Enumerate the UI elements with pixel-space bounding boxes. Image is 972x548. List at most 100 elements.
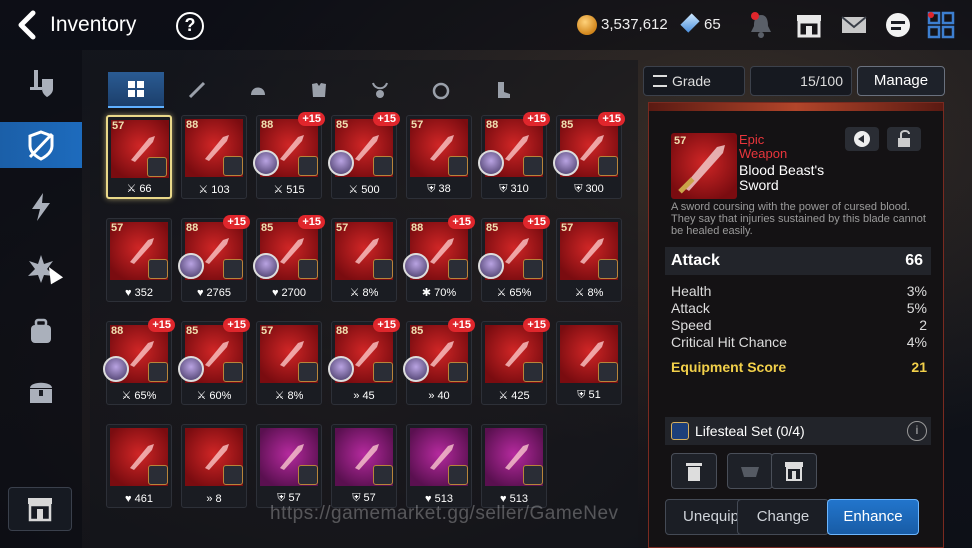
info-icon[interactable]: i: [907, 421, 927, 441]
inventory-item-slot[interactable]: 57 ⛨ 38: [406, 115, 472, 199]
grade-sort-button[interactable]: Grade: [643, 66, 745, 96]
inventory-item-slot[interactable]: 57 ⚔ 8%: [331, 218, 397, 302]
item-detail-panel: 57 Epic Weapon Blood Beast's Sword A swo…: [648, 102, 944, 548]
equipped-hero-avatar: [403, 356, 429, 382]
sidebar-catalysts[interactable]: [0, 246, 82, 292]
item-level: 57: [112, 120, 125, 132]
inventory-item-slot[interactable]: ♥ 461: [106, 424, 172, 508]
inventory-item-slot[interactable]: 88 +15 ♥ 2765: [178, 215, 250, 302]
shop-icon[interactable]: [794, 10, 824, 40]
detail-name-line2: Sword: [739, 177, 779, 193]
inventory-item-slot[interactable]: 57 ⚔ 66: [106, 115, 172, 199]
set-icon: [148, 362, 168, 382]
inventory-item-slot[interactable]: ♥ 513: [481, 424, 547, 508]
tab-all[interactable]: [108, 72, 164, 108]
sword-icon: [188, 81, 206, 99]
inventory-item-slot[interactable]: » 8: [181, 424, 247, 508]
inventory-item-slot[interactable]: 85 +15 » 40: [403, 318, 475, 405]
detail-header-ornament: [649, 103, 943, 111]
change-button[interactable]: Change: [737, 499, 829, 535]
menu-grid-icon[interactable]: [926, 10, 956, 40]
grid-icon: [128, 81, 144, 97]
inventory-item-slot[interactable]: 88 +15 ⚔ 65%: [103, 318, 175, 405]
equipped-hero-avatar: [253, 150, 279, 176]
manage-button[interactable]: Manage: [857, 66, 945, 96]
speed-icon: »: [428, 390, 435, 402]
sidebar-artifacts[interactable]: [0, 184, 82, 230]
set-icon: [223, 156, 243, 176]
inventory-item-slot[interactable]: ⛨ 51: [556, 321, 622, 405]
skystone-icon: [680, 13, 700, 33]
inventory-item-slot[interactable]: 88 +15 » 45: [328, 318, 400, 405]
extract-button[interactable]: [727, 453, 773, 489]
inventory-item-slot[interactable]: 85 +15 ⚔ 65%: [478, 215, 550, 302]
share-button[interactable]: [845, 127, 879, 151]
tab-ring[interactable]: [413, 72, 469, 108]
mail-icon[interactable]: [839, 10, 869, 40]
set-icon: [148, 259, 168, 279]
category-sidebar: [0, 50, 82, 548]
sell-button[interactable]: [671, 453, 717, 489]
sort-icon: [653, 75, 667, 87]
item-level: 57: [561, 222, 574, 234]
item-main-stat: ⚔ 65%: [482, 286, 546, 299]
item-level: 88: [411, 222, 424, 234]
inventory-item-slot[interactable]: 85 +15 ⚔ 500: [328, 112, 400, 199]
item-level: 85: [561, 119, 574, 131]
inventory-item-slot[interactable]: ♥ 513: [406, 424, 472, 508]
lock-button[interactable]: [887, 127, 921, 151]
inventory-item-slot[interactable]: 85 +15 ⚔ 60%: [178, 318, 250, 405]
enhance-level-badge: +15: [223, 318, 250, 332]
item-level: 85: [186, 325, 199, 337]
inventory-item-slot[interactable]: 88 ⚔ 103: [181, 115, 247, 199]
detail-item-name: Blood Beast's Sword: [739, 163, 824, 193]
inventory-item-slot[interactable]: 57 ♥ 352: [106, 218, 172, 302]
helmet-icon: [251, 87, 265, 95]
set-icon: [523, 156, 543, 176]
attack-icon: ⚔: [349, 287, 360, 299]
set-icon: [598, 259, 618, 279]
inventory-item-slot[interactable]: 85 +15 ♥ 2700: [253, 215, 325, 302]
sidebar-storage[interactable]: [0, 368, 82, 414]
enhance-button[interactable]: Enhance: [827, 499, 919, 535]
item-stat-value: 8%: [287, 390, 304, 402]
inventory-item-slot[interactable]: +15 ⚔ 425: [481, 318, 550, 405]
chat-icon[interactable]: [883, 10, 913, 40]
tab-weapon[interactable]: [169, 72, 225, 108]
gold-amount: 3,537,612: [601, 16, 668, 33]
inventory-item-slot[interactable]: 57 ⚔ 8%: [256, 321, 322, 405]
item-main-stat: ⚔ 103: [182, 183, 246, 196]
store-item-button[interactable]: [771, 453, 817, 489]
item-stat-value: 2765: [206, 287, 231, 299]
tab-helmet[interactable]: [230, 72, 286, 108]
store-button[interactable]: [8, 487, 72, 531]
tab-armor[interactable]: [291, 72, 347, 108]
item-level: 85: [261, 222, 274, 234]
sub-stat-value: 3%: [906, 283, 927, 299]
inventory-item-slot[interactable]: 88 +15 ⛨ 310: [478, 112, 550, 199]
tab-boots[interactable]: [474, 72, 530, 108]
sidebar-equipment-selected[interactable]: [0, 122, 82, 168]
inventory-item-slot[interactable]: ⛨ 57: [256, 424, 322, 508]
sub-stat-value: 5%: [906, 300, 927, 316]
inventory-item-slot[interactable]: 88 +15 ⚔ 515: [253, 112, 325, 199]
sidebar-equipment[interactable]: [0, 60, 82, 106]
enhance-level-badge: +15: [223, 215, 250, 229]
sidebar-materials[interactable]: [0, 308, 82, 354]
gold-icon: [577, 15, 597, 35]
tab-necklace[interactable]: [352, 72, 408, 108]
enhance-level-badge: +15: [148, 318, 175, 332]
item-main-stat: ⛨ 38: [407, 183, 471, 196]
notification-bell-icon[interactable]: [746, 10, 776, 40]
health-icon: ♥: [271, 287, 279, 299]
inventory-item-slot[interactable]: 85 +15 ⛨ 300: [553, 112, 625, 199]
sub-stat-value: 2: [919, 317, 927, 333]
inventory-item-slot[interactable]: 88 +15 ✱ 70%: [403, 215, 475, 302]
inventory-item-slot[interactable]: 57 ⚔ 8%: [556, 218, 622, 302]
inventory-item-slot[interactable]: ⛨ 57: [331, 424, 397, 508]
sub-stat-row: Health 3%: [671, 283, 927, 300]
back-arrow-icon[interactable]: [14, 10, 40, 40]
item-main-stat: » 45: [332, 390, 396, 402]
sub-stat-label: Critical Hit Chance: [671, 334, 787, 350]
help-icon[interactable]: ?: [176, 12, 204, 40]
